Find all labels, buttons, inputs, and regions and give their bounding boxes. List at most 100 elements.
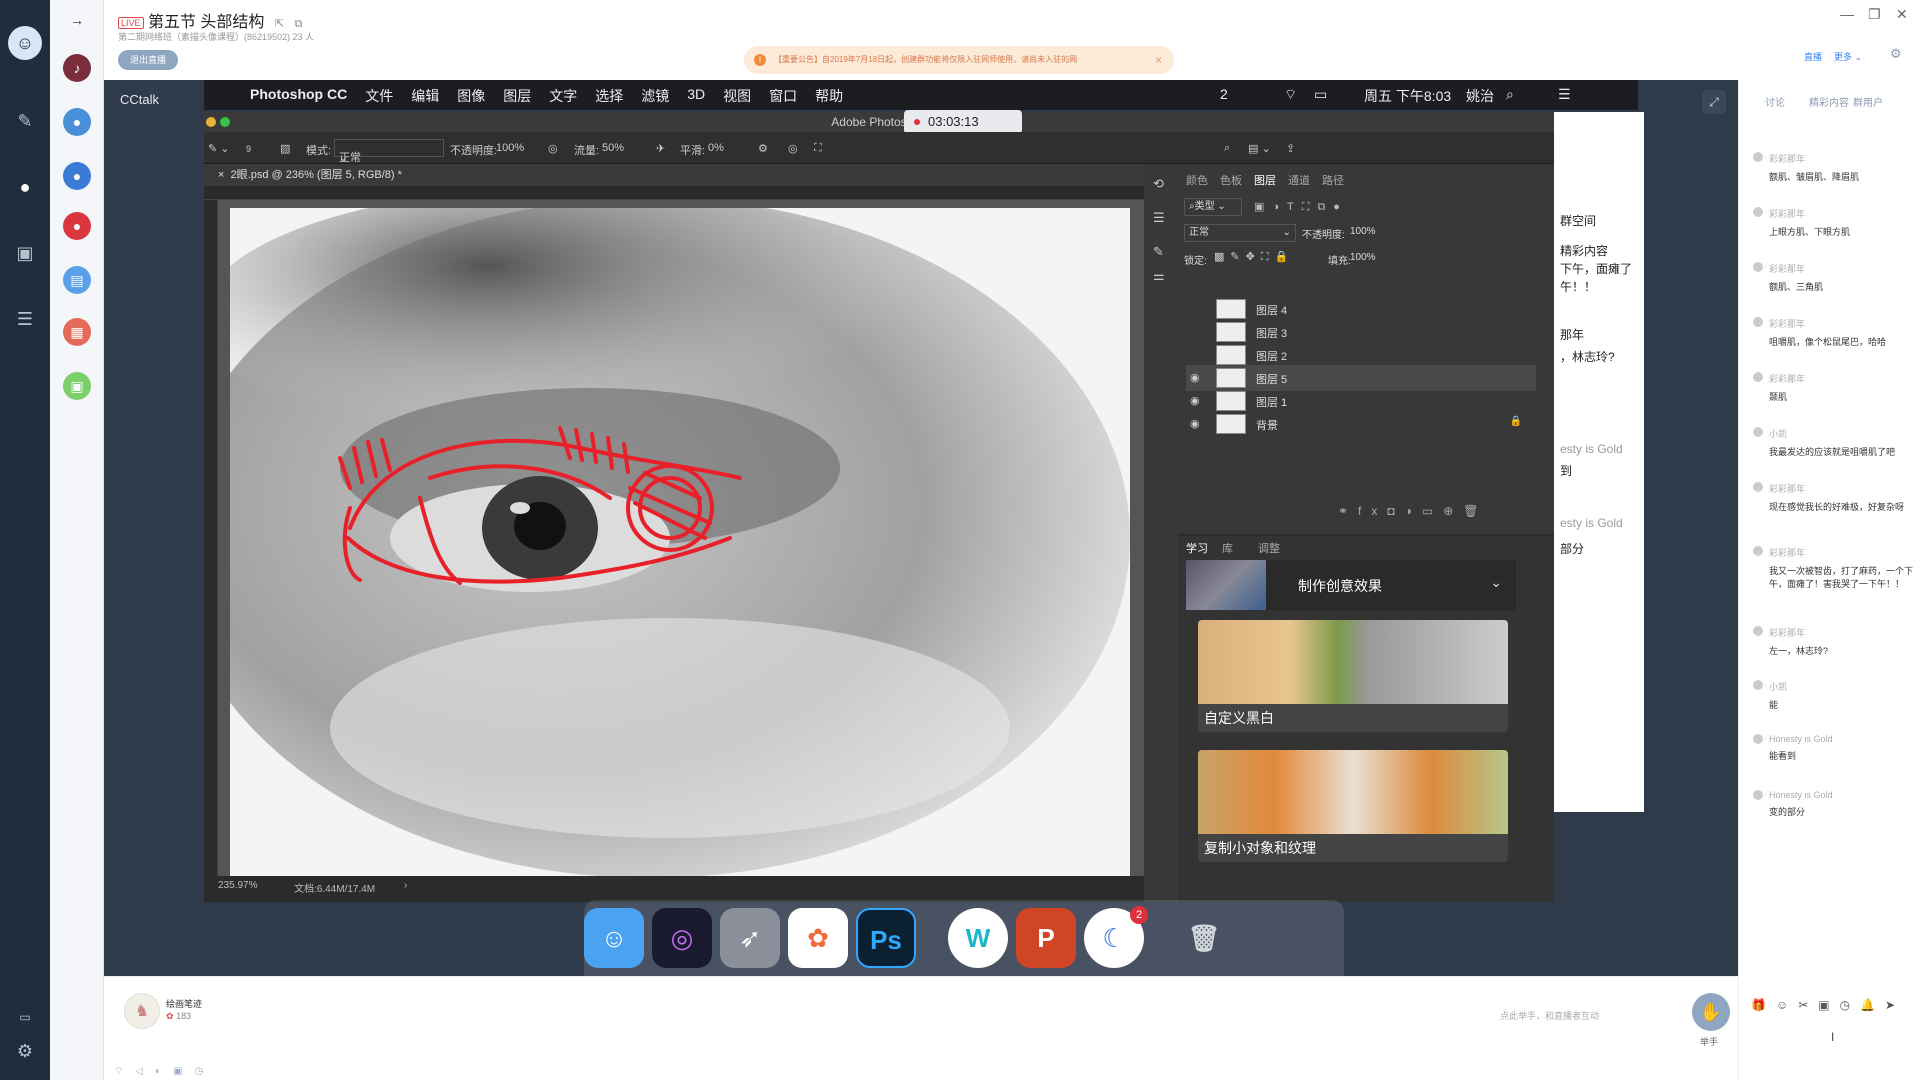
close-window-icon[interactable]: ✕ xyxy=(1896,6,1908,23)
document-tab[interactable]: × 2眼.psd @ 236% (图层 5, RGB/8) * xyxy=(204,164,1144,186)
panel-tab[interactable]: 图层 xyxy=(1254,172,1276,188)
brushes-icon[interactable]: ✎ xyxy=(1153,244,1164,260)
more-dropdown[interactable]: 更多 ⌄ xyxy=(1834,50,1862,63)
panel-tab[interactable]: 路径 xyxy=(1322,172,1344,188)
mac-menu-item[interactable]: 图像 xyxy=(457,86,485,106)
traffic-light-yellow[interactable] xyxy=(206,117,216,127)
mac-menu-item[interactable]: 文件 xyxy=(365,86,393,106)
layer-actions-icons[interactable]: ⚭fx◘◑▭⊕🗑 xyxy=(1338,504,1489,518)
launchpad-icon[interactable]: ➶ xyxy=(720,908,780,968)
chat-avatar[interactable] xyxy=(1753,546,1763,556)
filter-kind-select[interactable]: ⌕类型 ⌄ xyxy=(1184,198,1242,216)
layer-row[interactable]: ◉ 背景 🔒 xyxy=(1186,411,1536,437)
chat-avatar[interactable] xyxy=(1753,317,1763,327)
chat-input[interactable]: I xyxy=(1751,1030,1911,1070)
fill-value[interactable]: 100% xyxy=(1350,252,1376,263)
filter-icons[interactable]: ▣◑T⛶⧉● xyxy=(1254,200,1348,214)
brush-tool-icon[interactable]: ✎ ⌄ xyxy=(208,142,230,155)
visibility-eye-icon[interactable]: ◉ xyxy=(1190,371,1200,384)
mac-menu-item[interactable]: 视图 xyxy=(723,86,751,106)
status-arrow-icon[interactable]: › xyxy=(404,880,407,891)
live-tab[interactable]: 直播 xyxy=(1804,50,1822,63)
maximize-icon[interactable]: ❐ xyxy=(1868,6,1881,23)
history-icon[interactable]: ⟲ xyxy=(1153,176,1164,192)
chevron-down-icon[interactable]: ⌄ xyxy=(1490,574,1502,591)
chat-toolbar[interactable]: 🎁☺✂▣◷🔔➤ xyxy=(1751,998,1905,1012)
siri-icon[interactable]: ◎ xyxy=(652,908,712,968)
chat-bubble-icon[interactable]: ● xyxy=(12,174,38,200)
panel-tab[interactable]: 色板 xyxy=(1220,172,1242,188)
lock-icons[interactable]: ▩✎✥⛶🔒 xyxy=(1214,250,1294,264)
opacity-value[interactable]: 100% xyxy=(496,142,524,154)
symmetry-icon[interactable]: ⛶ xyxy=(814,142,822,155)
visibility-eye-icon[interactable]: ◉ xyxy=(1190,394,1200,407)
group-avatar-6[interactable]: ▦ xyxy=(63,318,91,346)
tutorial-card-1[interactable]: 自定义黑白 xyxy=(1198,620,1508,732)
brush-panel-icon[interactable]: ▨ xyxy=(280,142,290,155)
chat-avatar[interactable] xyxy=(1753,372,1763,382)
chat-avatar[interactable] xyxy=(1753,626,1763,636)
tutorial-card-2[interactable]: 复制小对象和纹理 xyxy=(1198,750,1508,862)
learn-tab[interactable]: 学习 xyxy=(1186,540,1208,556)
brush-size[interactable]: 9 xyxy=(246,144,251,154)
close-notice-icon[interactable]: × xyxy=(1155,46,1162,74)
chat-avatar[interactable] xyxy=(1753,207,1763,217)
share-icon[interactable]: ⇪ xyxy=(1286,142,1295,155)
ps-search-icon[interactable]: ⌕ xyxy=(1224,142,1230,155)
learn-tab[interactable]: 库 xyxy=(1222,540,1233,556)
feather-icon[interactable]: ✎ xyxy=(12,108,38,134)
gift-icon[interactable]: 🎁 xyxy=(1751,998,1776,1012)
settings-circle-icon[interactable]: ⚙ xyxy=(1890,46,1902,62)
chat-avatar[interactable] xyxy=(1753,427,1763,437)
adjust-icon[interactable]: ⚌ xyxy=(1153,268,1165,284)
chat-avatar[interactable] xyxy=(1753,790,1763,800)
group-avatar-5[interactable]: ▤ xyxy=(63,266,91,294)
minimize-icon[interactable]: — xyxy=(1840,6,1854,22)
settings-gear-icon[interactable]: ⚙ xyxy=(12,1038,38,1064)
chat-avatar[interactable] xyxy=(1753,152,1763,162)
photoshop-dock-icon[interactable]: Ps xyxy=(856,908,916,968)
mac-menu-item[interactable]: 编辑 xyxy=(411,86,439,106)
layer-opacity-value[interactable]: 100% xyxy=(1350,226,1376,237)
finder-icon[interactable]: ☺ xyxy=(584,908,644,968)
mac-menu-item[interactable]: 图层 xyxy=(503,86,531,106)
properties-icon[interactable]: ☰ xyxy=(1153,210,1165,226)
chat-tab[interactable]: 讨论 xyxy=(1765,94,1785,109)
trash-icon[interactable]: 🗑 xyxy=(1174,908,1234,968)
group-avatar-live[interactable]: ♪ xyxy=(63,54,91,82)
mode-select[interactable]: 正常 ⌄ xyxy=(334,139,444,164)
flow-value[interactable]: 50% xyxy=(602,142,624,154)
chat-avatar[interactable] xyxy=(1753,734,1763,744)
mac-menu-item[interactable]: 窗口 xyxy=(769,86,797,106)
workspace-icon[interactable]: ▤ ⌄ xyxy=(1248,142,1271,155)
calendar-icon[interactable]: ▣ xyxy=(12,240,38,266)
learn-tab[interactable]: 调整 xyxy=(1258,540,1280,556)
zoom-level[interactable]: 235.97% xyxy=(218,880,257,891)
chat-tab[interactable]: 精彩内容 xyxy=(1809,94,1849,109)
learn-heading-row[interactable]: 制作创意效果 ⌄ xyxy=(1186,560,1516,610)
photos-icon[interactable]: ✿ xyxy=(788,908,848,968)
app-avatar[interactable]: ☺ xyxy=(8,26,42,60)
mac-menu-item[interactable]: 文字 xyxy=(549,86,577,106)
raise-hand-button[interactable]: ✋ xyxy=(1692,993,1730,1031)
pressure-opacity-icon[interactable]: ◎ xyxy=(548,142,558,155)
group-avatar-3[interactable]: ● xyxy=(63,162,91,190)
chat-tab[interactable]: 群用户 xyxy=(1853,94,1883,109)
control-center-icon[interactable]: ☰ xyxy=(1558,86,1571,103)
inbox-icon[interactable]: ▭ xyxy=(12,1004,38,1030)
chat-avatar[interactable] xyxy=(1753,482,1763,492)
chat-avatar[interactable] xyxy=(1753,262,1763,272)
contacts-icon[interactable]: ☰ xyxy=(12,306,38,332)
fullscreen-icon[interactable]: ⤢ xyxy=(1702,90,1726,114)
spotlight-icon[interactable]: ⌕ xyxy=(1506,86,1514,103)
group-avatar-7[interactable]: ▣ xyxy=(63,372,91,400)
panel-tab[interactable]: 颜色 xyxy=(1186,172,1208,188)
smoothing-gear-icon[interactable]: ⚙ xyxy=(758,142,768,155)
bottom-tool-icons[interactable]: ⌔◁◐▣◷ xyxy=(114,1065,215,1078)
pressure-size-icon[interactable]: ◎ xyxy=(788,142,798,155)
back-arrow-icon[interactable]: → xyxy=(70,12,84,28)
traffic-light-green[interactable] xyxy=(220,117,230,127)
drawing-canvas[interactable] xyxy=(230,208,1130,876)
smooth-value[interactable]: 0% xyxy=(708,142,724,154)
end-live-button[interactable]: 退出直播 xyxy=(118,50,178,70)
